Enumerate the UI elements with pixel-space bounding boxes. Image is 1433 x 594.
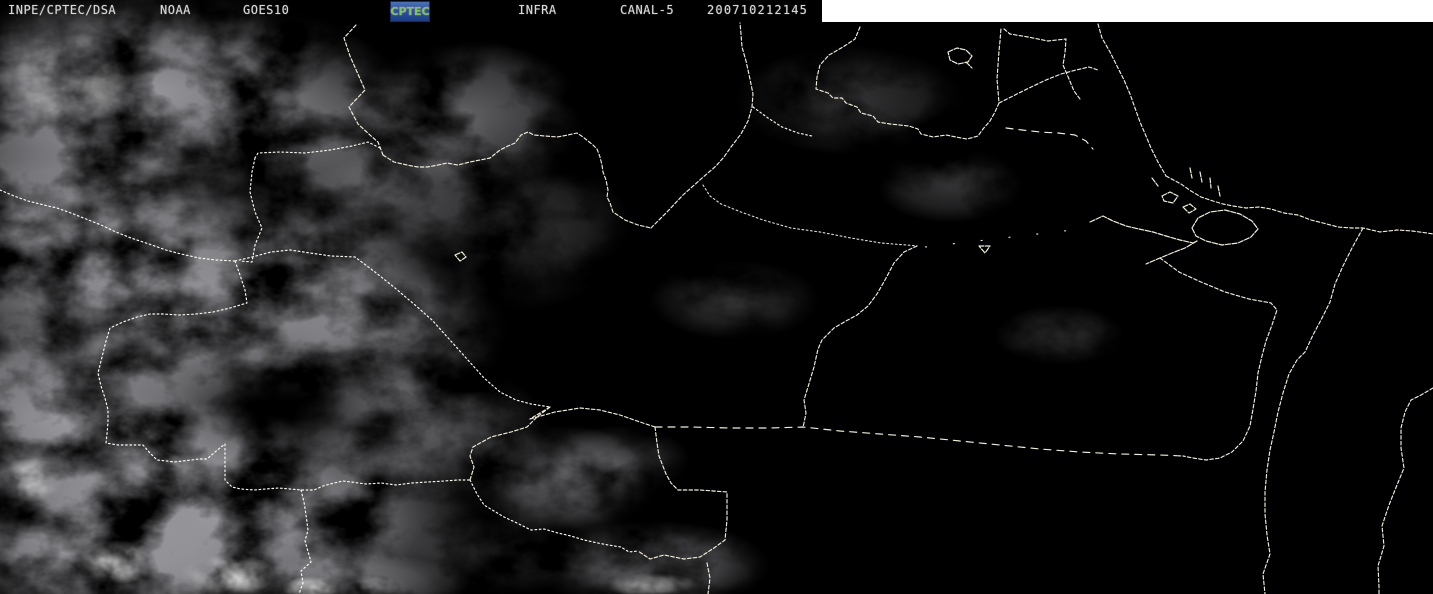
satellite-product-window: INPE/CPTEC/DSA NOAA GOES10 CPTEC INFRA C… [0, 0, 1433, 594]
header-bar: INPE/CPTEC/DSA NOAA GOES10 CPTEC INFRA C… [0, 0, 1433, 22]
agency-label: INPE/CPTEC/DSA [8, 3, 117, 17]
satellite-map [0, 0, 1433, 594]
band-label: INFRA [518, 3, 557, 17]
channel-label: CANAL-5 [620, 3, 675, 17]
timestamp-label: 200710212145 [707, 3, 809, 17]
bright-cloud-layer [0, 0, 1433, 594]
satellite-label: GOES10 [243, 3, 290, 17]
header-white-bar [822, 0, 1433, 22]
cptec-logo: CPTEC [390, 1, 430, 22]
cptec-logo-text: CPTEC [390, 5, 430, 18]
operator-label: NOAA [160, 3, 191, 17]
